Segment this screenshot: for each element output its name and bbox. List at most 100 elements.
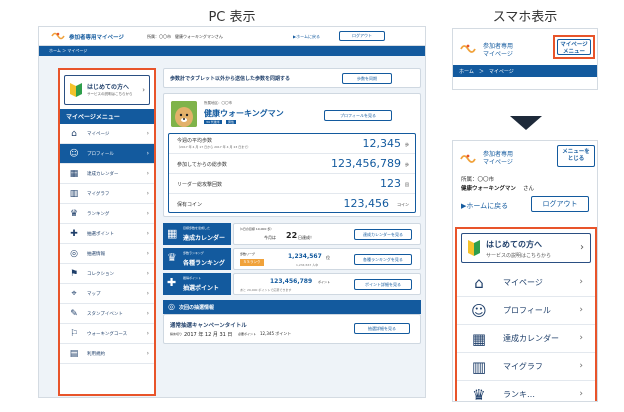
pc-menu-item-label: ウォーキングコース [87,331,128,337]
pc-menu-item-lottery[interactable]: ◎ 抽選情報 › [60,244,154,264]
chevron-right-icon: › [146,290,149,297]
stat-unit: 歩 [405,142,409,147]
stat-value: 123,456 [343,197,390,210]
stats-list: 今週の平均歩数 （2017 年 4 月 17 日から 2017 年 4 月 23 … [169,134,415,214]
sync-bar: 歩数計でタブレット以外から送信した歩数を同期する 歩数を同期 [163,68,421,88]
profile-icon: ☺ [69,149,79,159]
pc-menu-item-home[interactable]: ⌂ マイページ › [60,124,154,144]
profile-view-button[interactable]: プロフィールを見る [324,110,392,121]
profile-name: 健康ウォーキングマン [204,109,284,118]
calendar-row-body: （1日の目標 10,000 歩） 今月は 22 日達成！ 達成カレンダーを見る [233,223,421,245]
lottery-header-text: 次回の抽選情報 [179,305,215,311]
ranking-icon: ♛ [69,209,79,219]
pc-logo[interactable] [49,31,67,41]
pc-menu-item-label: マップ [87,291,101,297]
sp-menu-item-label: プロフィール [503,306,551,315]
sp-menu-item-home[interactable]: ⌂ マイページ › [457,269,595,297]
chevron-right-icon: › [579,277,583,287]
ranking-view-button[interactable]: 各種ランキングを見る [354,254,412,265]
chevron-right-icon: › [579,389,583,399]
profile-org: 所属地区：〇〇市 [204,101,232,105]
ranking-sub: 1,234,567 人中 [296,263,319,267]
pc-menu-item-profile[interactable]: ☺ プロフィール › [60,144,154,164]
stat-label: 参加してからの総歩数 [177,162,227,168]
ranking-value: 1,234,567 [288,253,322,260]
sp-home-link[interactable]: ▶ホームに戻る [461,201,508,211]
points-row[interactable]: ✚ 獲得ポイント 抽選ポイント [163,273,231,295]
sp-logout-button[interactable]: ログアウト [531,196,589,212]
pc-menu-item-calendar[interactable]: ▦ 達成カレンダー › [60,164,154,184]
ranking-level-badge: ＳＳランク [240,259,264,266]
sp-top-screen: 参加者専用 マイページ マイページ メニュー ホーム ＞ マイページ [452,28,598,90]
lottery-title: 通常抽選キャンペーンタイトル [170,323,247,329]
lottery-icon: ◎ [70,249,78,259]
calendar-row[interactable]: ▦ 目標歩数を達成した 達成カレンダー [163,223,231,245]
ranking-row[interactable]: ♛ 歩数ランキング 各種ランキング [163,248,231,270]
pc-home-link[interactable]: ▶ホームに戻る [293,34,320,40]
stat-value: 12,345 [362,137,402,150]
profile-card: 所属地区：〇〇市 健康ウォーキングマン 34 代後半 男性 プロフィールを見る … [163,93,421,217]
pc-menu-item-label: マイグラフ [87,191,110,197]
pc-menu-item-graph[interactable]: ▥ マイグラフ › [60,184,154,204]
sp-menu-item-profile[interactable]: ☺ プロフィール › [457,297,595,325]
sp-menu-item-ranking[interactable]: ♛ ランキ… › [457,381,595,401]
pc-menu-item-ranking[interactable]: ♛ ランキング › [60,204,154,224]
points-value: 123,456,789 [270,278,313,285]
graph-icon: ▥ [69,189,79,199]
profile-icon: ☺ [471,302,487,320]
sp-menu-item-label: マイページ [503,278,543,287]
calendar-days-post: 日達成！ [298,235,314,240]
pc-menu-item-label: ランキング [87,211,110,217]
terms-icon: ▤ [69,349,79,359]
pc-menu-item-gift[interactable]: ✚ 抽選ポイント › [60,224,154,244]
chevron-right-icon: › [146,190,149,197]
pc-menu-item-label: マイページ [87,131,110,137]
calendar-view-button[interactable]: 達成カレンダーを見る [354,229,412,240]
stat-row: 今週の平均歩数 （2017 年 4 月 17 日から 2017 年 4 月 23 … [169,134,415,154]
pc-menu-item-map[interactable]: ⌖ マップ › [60,284,154,304]
pc-menu-item-label: 達成カレンダー [87,171,119,177]
pc-view-label: PC 表示 [208,10,256,25]
sp-close-menu-button[interactable]: メニューを とじる [557,145,595,167]
lottery-view-button[interactable]: 抽選詳細を見る [354,323,410,334]
pc-menu-item-walking-course[interactable]: ⚐ ウォーキングコース › [60,324,154,344]
sp-intro-button[interactable]: はじめての方へ サービスの説明はこちらから › [461,233,591,263]
pc-menu-item-label: 抽選情報 [87,251,105,257]
points-view-button[interactable]: ポイント詳細を見る [354,279,412,290]
sp-org: 所属：〇〇市 [461,177,495,183]
pc-user-line: 所属：〇〇市 健康ウォーキングマンさん [147,34,223,39]
pc-menu-item-collection[interactable]: ⚑ コレクション › [60,264,154,284]
sp-menu-panel: はじめての方へ サービスの説明はこちらから › ⌂ マイページ › ☺ プロフィール › ▦… [455,227,597,401]
calendar-days-pre: 今月は [264,235,276,240]
sp-menu-item-calendar[interactable]: ▦ 達成カレンダー › [457,325,595,353]
sp-user: 健康ウォーキングマン [461,186,516,192]
sp-menu-button[interactable]: マイページ メニュー [553,35,595,59]
sp-intro-title: はじめての方へ [486,240,542,249]
chevron-right-icon: › [146,270,149,277]
beginner-mark-icon [70,83,82,97]
trophy-icon: ♛ [167,251,177,264]
points-unit: ポイント [318,280,331,284]
points-sub: あと 29,000 ポイントで応募できます [240,288,292,292]
pc-logout-button[interactable]: ログアウト [339,31,385,41]
sp-menu-item-graph[interactable]: ▥ マイグラフ › [457,353,595,381]
pc-menu-header: マイページメニュー [60,109,154,124]
stat-unit: 歩 [405,162,409,167]
stat-row: リーダー総攻撃回数 123 回 [169,174,415,194]
sp-logo-icon [460,44,476,53]
pc-menu-item-terms[interactable]: ▤ 利用規約 › [60,344,154,364]
pc-menu-item-stamp[interactable]: ✎ スタンプイベント › [60,304,154,324]
profile-tag-age: 34 代後半 [204,120,222,124]
sp-intro-sub: サービスの説明はこちらから [486,253,552,259]
points-row-body: 123,456,789 ポイント あと 29,000 ポイントで応募できます ポ… [233,273,421,295]
chevron-right-icon: › [146,250,149,257]
stat-label: 今週の平均歩数 [177,138,213,144]
lottery-deadline-label: 締め切り [170,332,183,336]
gift-icon: ✚ [70,229,78,239]
pc-intro-button[interactable]: はじめての方へ サービスの説明はこちらから › [64,75,150,105]
stat-sub: （2017 年 4 月 17 日から 2017 年 4 月 23 日まで） [177,145,251,149]
sync-button[interactable]: 歩数を同期 [342,73,392,84]
ranking-unit: 位 [326,255,330,260]
stat-row: 参加してからの総歩数 123,456,789 歩 [169,154,415,174]
lottery-deadline: 2017 年 12 月 31 日 [184,332,233,338]
